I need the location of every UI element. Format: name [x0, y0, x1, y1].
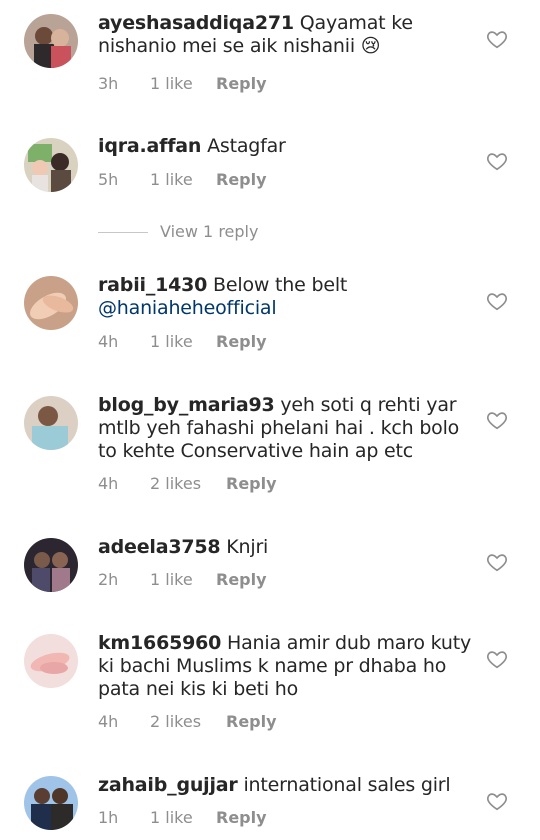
avatar[interactable]: [24, 538, 78, 592]
comment-body: international sales girl: [243, 774, 451, 796]
comment-time: 4h: [98, 474, 119, 493]
comment-meta: 1h 1 like Reply: [98, 808, 267, 827]
reply-button[interactable]: Reply: [216, 570, 267, 589]
comment-time: 3h: [98, 74, 119, 93]
avatar[interactable]: [24, 276, 78, 330]
comment-meta: 2h 1 like Reply: [98, 570, 267, 589]
comment-likes[interactable]: 1 like: [150, 570, 216, 589]
heart-outline-icon[interactable]: [486, 551, 508, 573]
heart-outline-icon[interactable]: [486, 290, 508, 312]
comment-meta: 4h 2 likes Reply: [98, 712, 277, 731]
reply-button[interactable]: Reply: [226, 712, 277, 731]
comment-meta: 4h 2 likes Reply: [98, 474, 277, 493]
view-replies-label[interactable]: View 1 reply: [160, 222, 258, 241]
comment-meta: 4h 1 like Reply: [98, 332, 267, 351]
comment-text: km1665960 Hania amir dub maro kuty ki ba…: [98, 632, 478, 701]
reply-button[interactable]: Reply: [216, 808, 267, 827]
reply-button[interactable]: Reply: [226, 474, 277, 493]
comment-text: iqra.affan Astagfar: [98, 135, 478, 158]
comment-meta: 3h 1 like Reply: [98, 74, 267, 93]
mention-link[interactable]: @haniaheheofficial: [98, 297, 478, 320]
comment-body: Astagfar: [207, 135, 286, 157]
comment-likes[interactable]: 1 like: [150, 170, 216, 189]
comment-text: blog_by_maria93 yeh soti q rehti yar mtl…: [98, 394, 478, 463]
comment-text: adeela3758 Knjri: [98, 536, 478, 559]
avatar[interactable]: [24, 396, 78, 450]
comment-username[interactable]: rabii_1430: [98, 274, 207, 296]
heart-outline-icon[interactable]: [486, 150, 508, 172]
divider-line: [98, 232, 148, 233]
comment-likes[interactable]: 1 like: [150, 74, 216, 93]
comment-likes[interactable]: 2 likes: [150, 474, 226, 493]
comment-text: rabii_1430 Below the belt @haniaheheoffi…: [98, 274, 478, 320]
avatar[interactable]: [24, 14, 78, 68]
comment-time: 2h: [98, 570, 119, 589]
reply-button[interactable]: Reply: [216, 74, 267, 93]
comment-username[interactable]: zahaib_gujjar: [98, 774, 238, 796]
comment-username[interactable]: iqra.affan: [98, 135, 201, 157]
reply-button[interactable]: Reply: [216, 332, 267, 351]
comment-time: 5h: [98, 170, 119, 189]
comment-text: ayeshasaddiqa271 Qayamat ke nishanio mei…: [98, 12, 478, 58]
comment-body: Knjri: [226, 536, 269, 558]
reply-button[interactable]: Reply: [216, 170, 267, 189]
avatar[interactable]: [24, 634, 78, 688]
comment-likes[interactable]: 1 like: [150, 332, 216, 351]
comment-username[interactable]: km1665960: [98, 632, 221, 654]
comment-body: Below the belt: [213, 274, 348, 296]
comment-likes[interactable]: 2 likes: [150, 712, 226, 731]
comment-likes[interactable]: 1 like: [150, 808, 216, 827]
heart-outline-icon[interactable]: [486, 409, 508, 431]
comment-meta: 5h 1 like Reply: [98, 170, 267, 189]
heart-outline-icon[interactable]: [486, 790, 508, 812]
avatar[interactable]: [24, 138, 78, 192]
comment-time: 4h: [98, 712, 119, 731]
view-replies-button[interactable]: View 1 reply: [98, 222, 258, 242]
comment-time: 1h: [98, 808, 119, 827]
heart-outline-icon[interactable]: [486, 648, 508, 670]
comment-username[interactable]: ayeshasaddiqa271: [98, 12, 294, 34]
comment-text: zahaib_gujjar international sales girl: [98, 774, 478, 797]
comment-username[interactable]: adeela3758: [98, 536, 221, 558]
comment-username[interactable]: blog_by_maria93: [98, 394, 275, 416]
heart-outline-icon[interactable]: [486, 28, 508, 50]
avatar[interactable]: [24, 776, 78, 830]
comment-time: 4h: [98, 332, 119, 351]
